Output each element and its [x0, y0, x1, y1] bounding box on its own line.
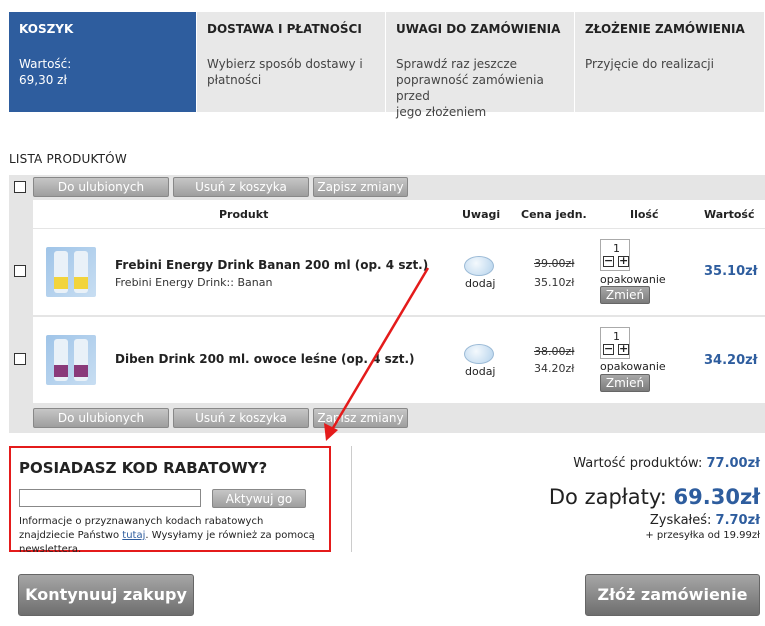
- promo-title: POSIADASZ KOD RABATOWY?: [19, 459, 268, 477]
- header-qty: Ilość: [630, 208, 659, 221]
- unit-label: opakowanie: [600, 273, 666, 286]
- row-total: 35.10zł: [704, 264, 758, 279]
- product-image[interactable]: [46, 335, 96, 385]
- step-title: DOSTAWA I PŁATNOŚCI: [207, 22, 362, 36]
- promo-info: Informacje o przyznawanych kodach rabato…: [19, 516, 315, 555]
- shipping-note: + przesyłka od 19.99zł: [645, 530, 760, 541]
- remove-button-bottom[interactable]: Usuń z koszyka: [173, 408, 309, 428]
- product-list-title: LISTA PRODUKTÓW: [9, 152, 127, 166]
- add-note-link[interactable]: dodaj: [465, 365, 496, 378]
- checkout-steps: KOSZYK Wartość: 69,30 zł DOSTAWA I PŁATN…: [9, 12, 765, 119]
- unit-label: opakowanie: [600, 360, 666, 373]
- header-notes: Uwagi: [462, 208, 501, 221]
- step-notes[interactable]: UWAGI DO ZAMÓWIENIA Sprawdź raz jeszcze …: [386, 12, 575, 119]
- product-name[interactable]: Frebini Energy Drink Banan 200 ml (op. 4…: [115, 258, 428, 272]
- saved-label: Zyskałeś:: [649, 513, 712, 528]
- header-unit-price: Cena jedn.: [521, 208, 587, 221]
- saved-row: Zyskałeś: 7.70zł: [650, 513, 760, 528]
- to-pay-row: Do zapłaty: 69.30zł: [549, 485, 760, 509]
- step-desc: Wybierz sposób dostawy i płatności: [207, 57, 363, 87]
- step-title: ZŁOŻENIE ZAMÓWIENIA: [585, 22, 745, 36]
- to-pay-label: Do zapłaty:: [548, 485, 667, 509]
- row-checkbox[interactable]: [14, 265, 26, 277]
- promo-code-box: POSIADASZ KOD RABATOWY? Aktywuj go Infor…: [9, 446, 331, 555]
- change-qty-button[interactable]: Zmień: [600, 286, 650, 304]
- step-confirm[interactable]: ZŁOŻENIE ZAMÓWIENIA Przyjęcie do realiza…: [575, 12, 765, 112]
- plus-icon[interactable]: +: [618, 343, 629, 355]
- save-button-bottom[interactable]: Zapisz zmiany: [313, 408, 408, 428]
- add-note-link[interactable]: dodaj: [465, 277, 496, 290]
- step-cart[interactable]: KOSZYK Wartość: 69,30 zł: [9, 12, 197, 112]
- to-pay-value: 69.30zł: [673, 485, 760, 509]
- table-header: Produkt Uwagi Cena jedn. Ilość Wartość: [33, 200, 765, 228]
- step-title: KOSZYK: [19, 22, 74, 36]
- step-desc: Wartość: 69,30 zł: [19, 57, 72, 87]
- row-checkbox[interactable]: [14, 353, 26, 365]
- step-delivery[interactable]: DOSTAWA I PŁATNOŚCI Wybierz sposób dosta…: [197, 12, 386, 112]
- comment-bubble-icon[interactable]: [464, 256, 494, 276]
- remove-button-top[interactable]: Usuń z koszyka: [173, 177, 309, 197]
- step-title: UWAGI DO ZAMÓWIENIA: [396, 22, 561, 36]
- activate-code-button[interactable]: Aktywuj go: [212, 489, 306, 508]
- old-price: 39.00zł: [534, 257, 575, 270]
- step-desc: Sprawdź raz jeszcze poprawność zamówieni…: [396, 57, 544, 119]
- place-order-button[interactable]: Złóż zamówienie: [585, 574, 760, 616]
- favorites-button-top[interactable]: Do ulubionych: [33, 177, 169, 197]
- saved-value: 7.70zł: [715, 513, 760, 528]
- products-value-row: Wartość produktów: 77.00zł: [573, 456, 760, 471]
- table-row: Diben Drink 200 ml. owoce leśne (op. 4 s…: [33, 317, 765, 403]
- products-value: 77.00zł: [706, 456, 760, 471]
- unit-price: 35.10zł: [534, 276, 575, 289]
- comment-bubble-icon[interactable]: [464, 344, 494, 364]
- header-value: Wartość: [704, 208, 755, 221]
- table-row: Frebini Energy Drink Banan 200 ml (op. 4…: [33, 229, 765, 315]
- unit-price: 34.20zł: [534, 362, 575, 375]
- minus-icon[interactable]: −: [603, 343, 614, 355]
- header-product: Produkt: [219, 208, 269, 221]
- divider: [351, 446, 352, 552]
- old-price: 38.00zł: [534, 345, 575, 358]
- product-subtitle: Frebini Energy Drink:: Banan: [115, 276, 273, 289]
- products-value-label: Wartość produktów:: [573, 456, 703, 471]
- promo-code-input[interactable]: [19, 489, 201, 507]
- continue-shopping-button[interactable]: Kontynuuj zakupy: [18, 574, 194, 616]
- favorites-button-bottom[interactable]: Do ulubionych: [33, 408, 169, 428]
- product-image[interactable]: [46, 247, 96, 297]
- step-desc: Przyjęcie do realizacji: [585, 57, 714, 71]
- select-all-checkbox[interactable]: [14, 181, 26, 193]
- save-button-top[interactable]: Zapisz zmiany: [313, 177, 408, 197]
- row-total: 34.20zł: [704, 353, 758, 368]
- plus-icon[interactable]: +: [618, 255, 629, 267]
- minus-icon[interactable]: −: [603, 255, 614, 267]
- product-name[interactable]: Diben Drink 200 ml. owoce leśne (op. 4 s…: [115, 352, 415, 366]
- change-qty-button[interactable]: Zmień: [600, 374, 650, 392]
- promo-info-link[interactable]: tutaj: [122, 530, 145, 541]
